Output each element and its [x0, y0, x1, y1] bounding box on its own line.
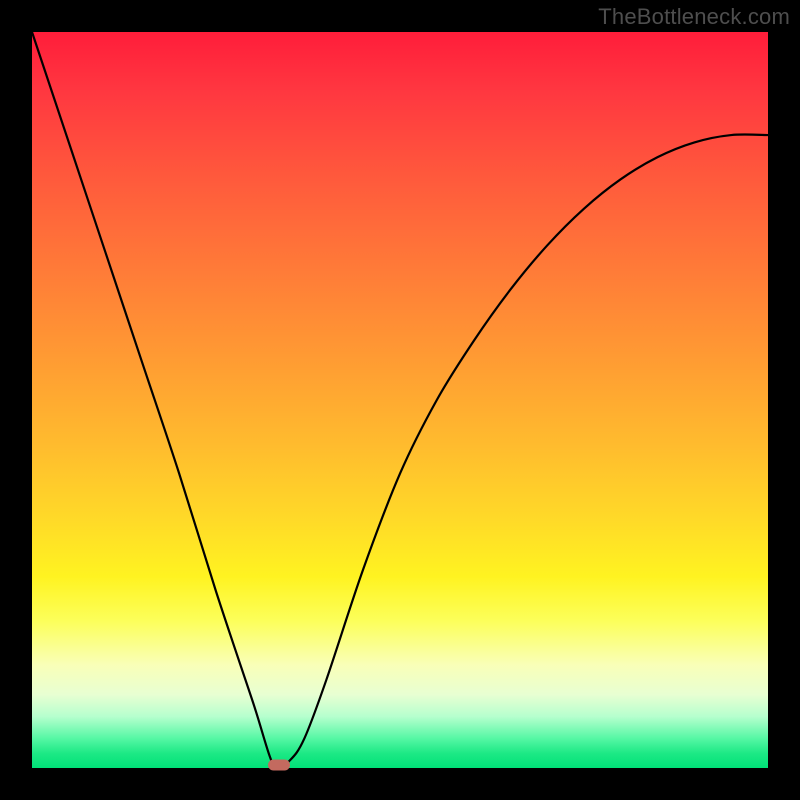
watermark-text: TheBottleneck.com [598, 4, 790, 30]
optimum-marker [268, 760, 290, 771]
plot-area [32, 32, 768, 768]
chart-frame: TheBottleneck.com [0, 0, 800, 800]
bottleneck-curve [32, 32, 768, 768]
